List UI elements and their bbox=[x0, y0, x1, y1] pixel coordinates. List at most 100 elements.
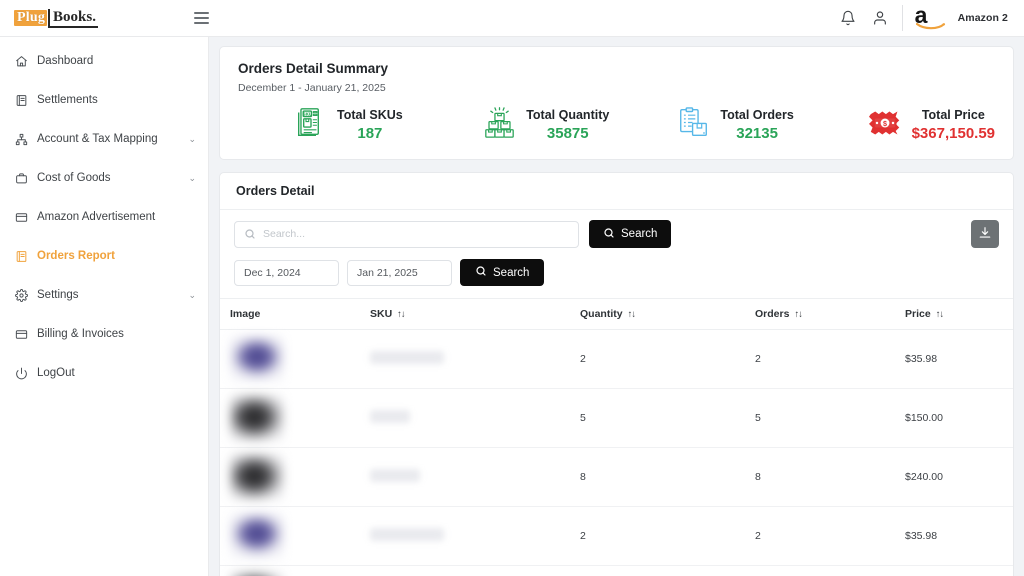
download-button[interactable] bbox=[971, 220, 999, 248]
search-button-label: Search bbox=[621, 228, 658, 240]
header-divider bbox=[901, 5, 903, 31]
svg-text:$: $ bbox=[883, 119, 887, 127]
date-search-button[interactable]: Search bbox=[460, 259, 545, 286]
cell-price: $150.00 bbox=[905, 388, 1013, 448]
briefcase-icon bbox=[14, 171, 28, 185]
stat-total-skus: SKU Total SKUs 187 bbox=[238, 107, 432, 143]
product-thumbnail bbox=[230, 336, 284, 382]
search-button[interactable]: Search bbox=[589, 220, 672, 248]
th-inner: Price ↑↓ bbox=[905, 308, 944, 320]
th-inner: Quantity ↑↓ bbox=[580, 308, 636, 320]
sidebar-item-cost-of-goods[interactable]: Cost of Goods ⌄ bbox=[0, 164, 208, 192]
column-header-sku[interactable]: SKU ↑↓ bbox=[370, 298, 580, 330]
main-content: Orders Detail Summary December 1 - Janua… bbox=[209, 37, 1024, 576]
th-inner: Orders ↑↓ bbox=[755, 308, 803, 320]
sort-icon[interactable]: ↑↓ bbox=[628, 309, 636, 320]
nav-gap bbox=[0, 270, 208, 281]
top-bar: Plug Books. a Amazon 2 bbox=[0, 0, 1024, 37]
nav-gap bbox=[0, 309, 208, 320]
table-row[interactable]: 55$150.00 bbox=[220, 565, 1013, 576]
table-body: 22$35.9855$150.0088$240.0022$35.9855$150… bbox=[220, 329, 1013, 576]
sidebar-item-dashboard[interactable]: Dashboard bbox=[0, 47, 208, 75]
sort-icon[interactable]: ↑↓ bbox=[397, 309, 405, 320]
sku-value bbox=[370, 469, 420, 482]
sidebar-item-label: Settings bbox=[37, 289, 79, 301]
sort-icon[interactable]: ↑↓ bbox=[936, 309, 944, 320]
column-header-image[interactable]: Image bbox=[220, 298, 370, 330]
chevron-down-icon[interactable]: ⌄ bbox=[188, 134, 196, 144]
search-input-wrapper[interactable] bbox=[234, 220, 579, 248]
date-filter-row: Dec 1, 2024 Jan 21, 2025 Search bbox=[220, 248, 1013, 298]
orders-detail-card: Orders Detail Search... Search Dec 1, 20… bbox=[219, 172, 1014, 576]
table-row[interactable]: 55$150.00 bbox=[220, 388, 1013, 448]
search-icon bbox=[244, 228, 256, 240]
sidebar-item-logout[interactable]: LogOut bbox=[0, 359, 208, 387]
cell-quantity: 2 bbox=[580, 506, 755, 566]
orders-detail-heading: Orders Detail bbox=[220, 173, 1013, 210]
hamburger-bar bbox=[193, 22, 209, 24]
column-header-quantity[interactable]: Quantity ↑↓ bbox=[580, 298, 755, 330]
cell-sku bbox=[370, 388, 580, 448]
bell-icon[interactable] bbox=[832, 2, 864, 34]
card-icon bbox=[14, 210, 28, 224]
stat-value: 32135 bbox=[736, 125, 778, 142]
brand-logo[interactable]: Plug Books. bbox=[0, 8, 160, 28]
nav-gap bbox=[0, 75, 208, 86]
cell-orders: 8 bbox=[755, 447, 905, 507]
sidebar-item-orders-report[interactable]: Orders Report bbox=[0, 242, 208, 270]
marketplace-selector[interactable]: a Amazon 2 bbox=[915, 4, 1008, 31]
stat-value: 35875 bbox=[546, 125, 589, 142]
hamburger-icon[interactable] bbox=[188, 5, 214, 31]
column-header-orders[interactable]: Orders ↑↓ bbox=[755, 298, 905, 330]
boxes-stack-icon bbox=[484, 107, 515, 143]
cell-quantity: 5 bbox=[580, 565, 755, 576]
cell-sku bbox=[370, 329, 580, 389]
stat-label: Total Price bbox=[921, 108, 985, 122]
sidebar-item-label: Amazon Advertisement bbox=[37, 211, 156, 223]
sku-value bbox=[370, 528, 444, 541]
user-icon[interactable] bbox=[864, 2, 896, 34]
search-input[interactable] bbox=[263, 228, 569, 240]
cell-price: $35.98 bbox=[905, 506, 1013, 566]
orders-table: Image SKU ↑↓ Quantity ↑↓ Orders ↑↓ Price… bbox=[220, 298, 1013, 576]
chevron-down-icon[interactable]: ⌄ bbox=[188, 173, 196, 183]
sku-value bbox=[370, 410, 410, 423]
logo: Plug Books. bbox=[14, 8, 98, 28]
product-thumbnail bbox=[230, 572, 284, 576]
cell-price: $240.00 bbox=[905, 447, 1013, 507]
date-to-field[interactable]: Jan 21, 2025 bbox=[347, 259, 452, 286]
sitemap-icon bbox=[14, 132, 28, 146]
search-row: Search bbox=[220, 210, 1013, 248]
date-from-field[interactable]: Dec 1, 2024 bbox=[234, 259, 339, 286]
hamburger-bar bbox=[193, 17, 209, 19]
sidebar-item-amazon-advertisement[interactable]: Amazon Advertisement bbox=[0, 203, 208, 231]
sidebar-item-label: Orders Report bbox=[37, 250, 115, 262]
nav-gap bbox=[0, 348, 208, 359]
cell-price: $35.98 bbox=[905, 329, 1013, 389]
sidebar-item-billing-invoices[interactable]: Billing & Invoices bbox=[0, 320, 208, 348]
sidebar-item-account-tax-mapping[interactable]: Account & Tax Mapping ⌄ bbox=[0, 125, 208, 153]
th-inner: SKU ↑↓ bbox=[370, 308, 406, 320]
cell-image bbox=[220, 447, 370, 507]
product-thumbnail bbox=[230, 513, 284, 559]
chevron-down-icon[interactable]: ⌄ bbox=[188, 290, 196, 300]
invoice-icon bbox=[14, 327, 28, 341]
cell-image bbox=[220, 565, 370, 576]
sort-icon[interactable]: ↑↓ bbox=[794, 309, 802, 320]
column-label: SKU bbox=[370, 308, 393, 320]
sidebar-item-settings[interactable]: Settings ⌄ bbox=[0, 281, 208, 309]
cell-sku bbox=[370, 565, 580, 576]
table-row[interactable]: 2 2 $35.98 bbox=[220, 329, 1013, 389]
sidebar-item-label: Account & Tax Mapping bbox=[37, 133, 158, 145]
cell-image bbox=[220, 388, 370, 448]
table-row[interactable]: 8 8 $240.00 bbox=[220, 447, 1013, 507]
clipboard-package-icon bbox=[678, 107, 709, 143]
marketplace-name: Amazon 2 bbox=[957, 12, 1008, 24]
body-container: Dashboard Settlements Account & Tax Mapp… bbox=[0, 37, 1024, 576]
power-icon bbox=[14, 366, 28, 380]
sidebar: Dashboard Settlements Account & Tax Mapp… bbox=[0, 37, 209, 576]
column-header-price[interactable]: Price ↑↓ bbox=[905, 298, 1013, 330]
table-row[interactable]: 2 2 $35.98 bbox=[220, 506, 1013, 566]
sidebar-item-settlements[interactable]: Settlements bbox=[0, 86, 208, 114]
amazon-logo-icon: a bbox=[915, 4, 949, 31]
